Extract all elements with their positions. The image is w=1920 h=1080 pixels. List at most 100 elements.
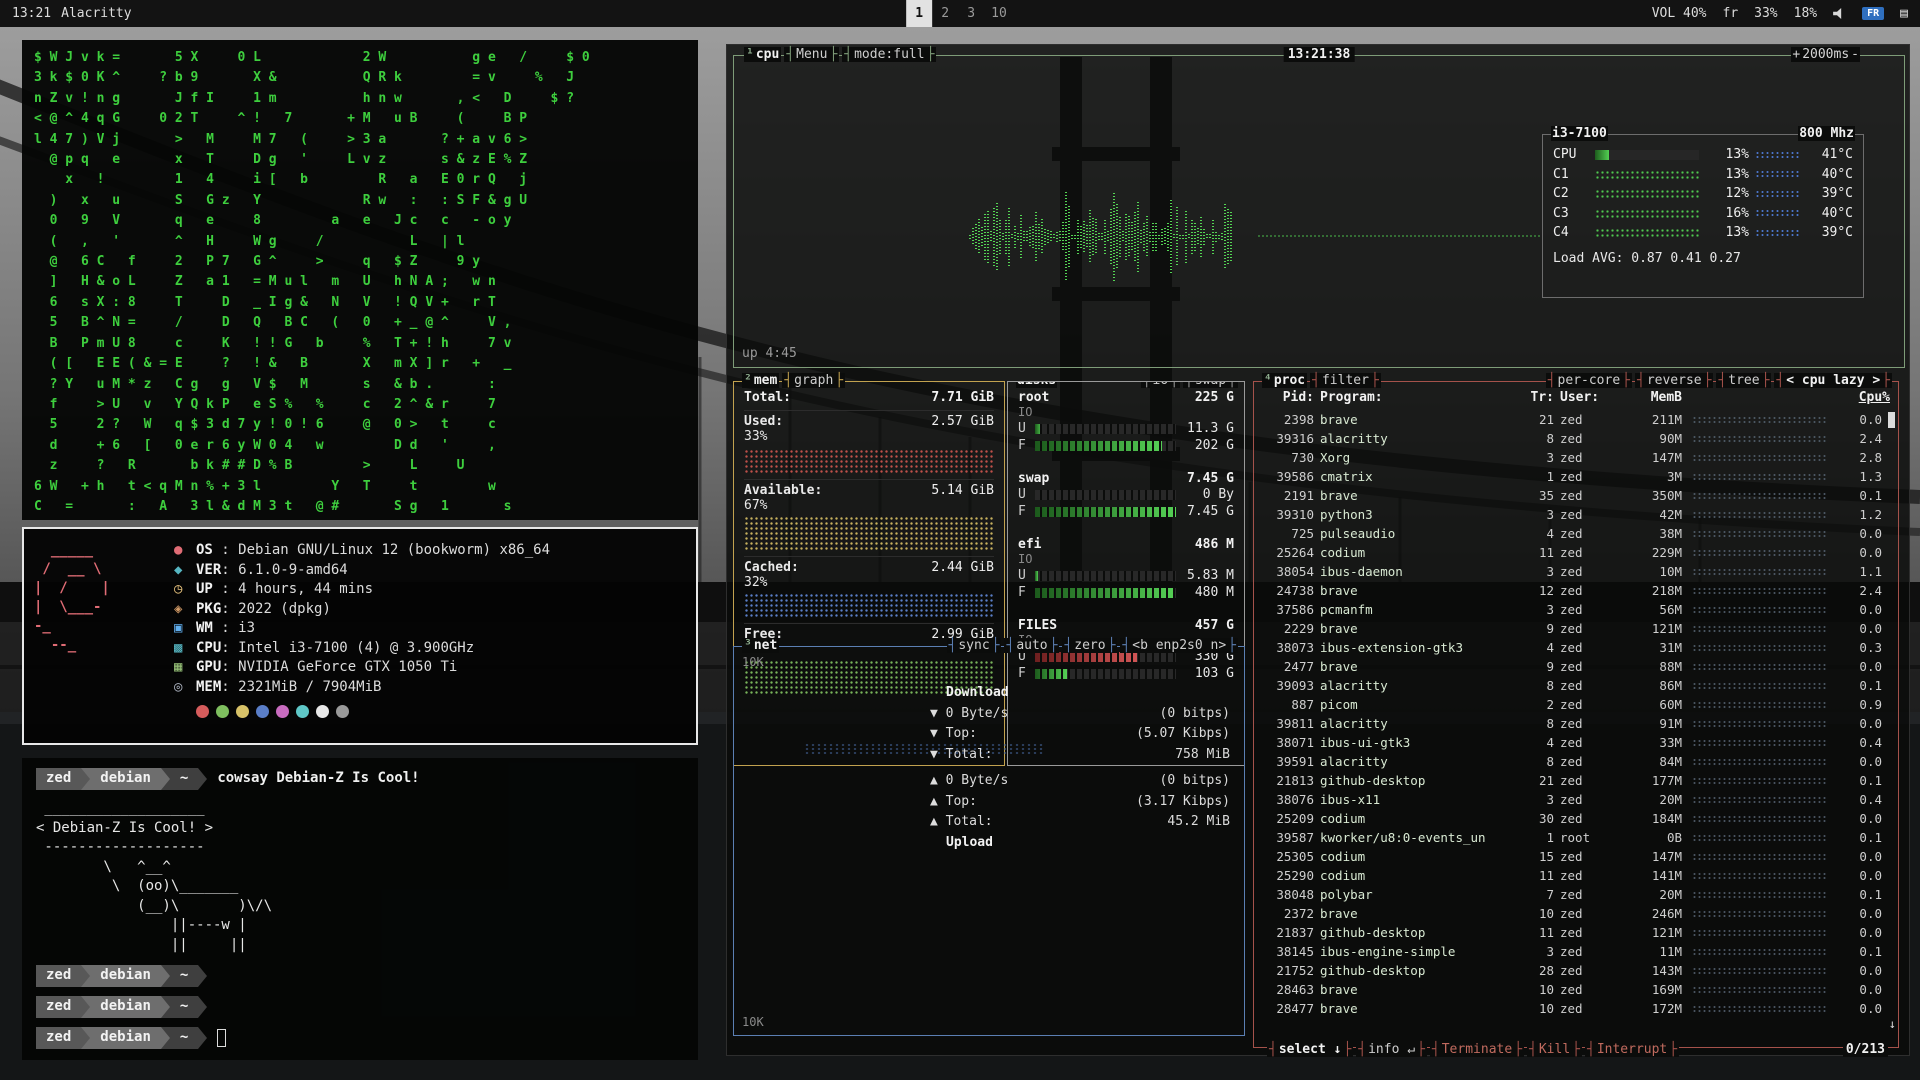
process-row[interactable]: 39093alacritty8zed86M0.1 — [1262, 676, 1882, 695]
process-row[interactable]: 39586cmatrix1zed3M1.3 — [1262, 467, 1882, 486]
process-row[interactable]: 38054ibus-daemon3zed10M1.1 — [1262, 562, 1882, 581]
process-row[interactable]: 25209codium30zed184M0.0 — [1262, 809, 1882, 828]
menu-button[interactable]: Menu — [795, 47, 828, 62]
process-row[interactable]: 38076ibus-x113zed20M0.4 — [1262, 790, 1882, 809]
col-pid[interactable]: Pid: — [1262, 390, 1314, 405]
process-row[interactable]: 37586pcmanfm3zed56M0.0 — [1262, 600, 1882, 619]
proc-threads: 21 — [1522, 412, 1554, 427]
process-row[interactable]: 2372brave10zed246M0.0 — [1262, 904, 1882, 923]
proc-user: zed — [1560, 640, 1620, 655]
process-row[interactable]: 38073ibus-extension-gtk34zed31M0.3 — [1262, 638, 1882, 657]
net-tab-sync[interactable]: sync — [957, 638, 990, 653]
process-row[interactable]: 25305codium15zed147M0.0 — [1262, 847, 1882, 866]
proc-tab-per-core[interactable]: per-core — [1557, 373, 1622, 388]
col-threads[interactable]: Tr: — [1522, 390, 1554, 405]
terminal-cursor[interactable] — [217, 1029, 226, 1047]
process-row[interactable]: 21837github-desktop11zed121M0.0 — [1262, 923, 1882, 942]
net-stat-label: ▲ Total: — [930, 812, 993, 833]
core-usage-graph — [1595, 189, 1699, 198]
process-row[interactable]: 730Xorg3zed147M2.8 — [1262, 448, 1882, 467]
proc-threads: 35 — [1522, 488, 1554, 503]
workspace-10[interactable]: 10 — [984, 0, 1014, 27]
interval-increase-button[interactable]: + — [1791, 47, 1801, 62]
proc-tab-reverse[interactable]: reverse — [1646, 373, 1703, 388]
col-user[interactable]: User: — [1560, 390, 1620, 405]
core-usage-percent: 13% — [1705, 225, 1749, 240]
net-tab-zero[interactable]: zero — [1073, 638, 1106, 653]
interval-decrease-button[interactable]: - — [1850, 47, 1860, 62]
col-program[interactable]: Program: — [1320, 390, 1516, 405]
col-mem[interactable]: MemB — [1626, 390, 1682, 405]
speaker-icon[interactable] — [1833, 8, 1846, 20]
tray-memory-icon[interactable]: ▤ — [1900, 6, 1908, 21]
cpu-model-label: i3-7100 — [1551, 126, 1608, 141]
proc-tab-filter[interactable]: filter — [1321, 373, 1370, 388]
proc-program: brave — [1320, 982, 1516, 997]
process-row[interactable]: 38071ibus-ui-gtk34zed33M0.4 — [1262, 733, 1882, 752]
proc-sort-selector[interactable]: < cpu lazy > — [1785, 373, 1881, 388]
net-tab-b-enp2s0-n[interactable]: <b enp2s0 n> — [1131, 638, 1227, 653]
proc-scroll-down-icon[interactable]: ↓ — [1889, 1017, 1896, 1031]
proc-cpu-percent: 0.3 — [1836, 640, 1882, 655]
interrupt-button[interactable]: Interrupt — [1596, 1042, 1668, 1057]
disk-io-label: IO — [1018, 405, 1234, 420]
process-row[interactable]: 887picom2zed60M0.9 — [1262, 695, 1882, 714]
proc-pid: 39591 — [1262, 754, 1314, 769]
workspace-3[interactable]: 3 — [958, 0, 984, 27]
core-usage-graph — [1595, 209, 1699, 218]
process-row[interactable]: 39316alacritty8zed90M2.4 — [1262, 429, 1882, 448]
process-row[interactable]: 25264codium11zed229M0.0 — [1262, 543, 1882, 562]
cpu-graph-bar — [1149, 232, 1151, 242]
info-label: VER — [196, 562, 221, 578]
cpu-graph-bar — [1077, 220, 1079, 255]
net-stat-row: ▲ Total:45.2 MiB — [930, 812, 1230, 833]
process-row[interactable]: 21752github-desktop28zed143M0.0 — [1262, 961, 1882, 980]
proc-tab-tree[interactable]: tree — [1727, 373, 1760, 388]
proc-cpu-graph — [1692, 720, 1826, 727]
disk-used-value: 0 By — [1182, 487, 1234, 502]
proc-program: alacritty — [1320, 716, 1516, 731]
kill-button[interactable]: Kill — [1538, 1042, 1571, 1057]
fr-flag-badge[interactable]: FR — [1862, 7, 1884, 20]
proc-program: pulseaudio — [1320, 526, 1516, 541]
process-row[interactable]: 28477brave10zed172M0.0 — [1262, 999, 1882, 1018]
proc-user: zed — [1560, 545, 1620, 560]
process-row[interactable]: 39591alacritty8zed84M0.0 — [1262, 752, 1882, 771]
process-row[interactable]: 2398brave21zed211M0.0 — [1262, 410, 1882, 429]
process-row[interactable]: 39811alacritty8zed91M0.0 — [1262, 714, 1882, 733]
process-row[interactable]: 24738brave12zed218M2.4 — [1262, 581, 1882, 600]
cpu-core-row-c3: C316%40°C — [1553, 204, 1853, 224]
cpu-graph-bar — [1092, 218, 1094, 256]
process-row[interactable]: 38048polybar7zed20M0.1 — [1262, 885, 1882, 904]
keyboard-layout-module[interactable]: fr — [1723, 6, 1739, 21]
workspace-1[interactable]: 1 — [906, 0, 932, 27]
disks-tab-io[interactable]: io — [1152, 381, 1170, 388]
proc-pid: 39811 — [1262, 716, 1314, 731]
volume-module[interactable]: VOL 40% — [1652, 6, 1707, 21]
info-button[interactable]: info ↵ — [1367, 1042, 1416, 1057]
net-tab-auto[interactable]: auto — [1015, 638, 1048, 653]
process-row[interactable]: 2229brave9zed121M0.0 — [1262, 619, 1882, 638]
process-row[interactable]: 2477brave9zed88M0.0 — [1262, 657, 1882, 676]
net-stat-label: ▲ Top: — [930, 792, 977, 813]
mem-graph-toggle[interactable]: graph — [793, 373, 834, 388]
process-row[interactable]: 39587kworker/u8:0-events_un1root0B0.1 — [1262, 828, 1882, 847]
process-row[interactable]: 25290codium11zed141M0.0 — [1262, 866, 1882, 885]
process-row[interactable]: 39310python33zed42M1.2 — [1262, 505, 1882, 524]
workspace-2[interactable]: 2 — [932, 0, 958, 27]
terminate-button[interactable]: Terminate — [1441, 1042, 1513, 1057]
select-button[interactable]: select ↓ — [1278, 1042, 1343, 1057]
info-value: : 6.1.0-9-amd64 — [221, 562, 347, 578]
mode-toggle-button[interactable]: mode:full — [853, 47, 925, 62]
powerline-arrow-icon — [161, 996, 170, 1018]
disks-tab-swap[interactable]: swap — [1194, 381, 1227, 388]
process-row[interactable]: 28463brave10zed169M0.0 — [1262, 980, 1882, 999]
process-row[interactable]: 38145ibus-engine-simple3zed11M0.1 — [1262, 942, 1882, 961]
process-row[interactable]: 725pulseaudio4zed38M0.0 — [1262, 524, 1882, 543]
proc-scrollbar-thumb[interactable] — [1888, 412, 1895, 428]
col-cpu-sorted[interactable]: Cpu% — [1844, 390, 1890, 405]
process-row[interactable]: 2191brave35zed350M0.1 — [1262, 486, 1882, 505]
mem-stat-graph — [744, 594, 994, 618]
proc-cpu-percent: 0.0 — [1836, 602, 1882, 617]
process-row[interactable]: 21813github-desktop21zed177M0.1 — [1262, 771, 1882, 790]
